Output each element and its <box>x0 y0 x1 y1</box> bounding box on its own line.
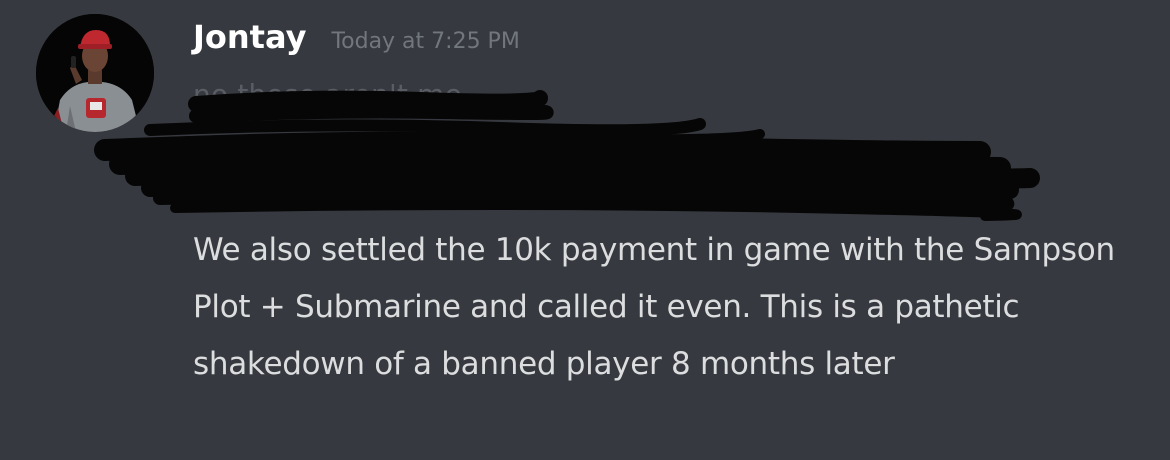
scribbled-text-line: no those aren't me <box>193 78 463 111</box>
username[interactable]: Jontay <box>193 18 306 56</box>
chat-message: Jontay Today at 7:25 PM no those aren't … <box>0 0 1170 460</box>
message-content: We also settled the 10k payment in game … <box>193 232 1115 382</box>
scribbled-text-line: I don't recall ever sending those messag… <box>193 155 802 188</box>
timestamp: Today at 7:25 PM <box>331 29 520 54</box>
avatar-photo-icon <box>36 14 154 132</box>
user-avatar[interactable] <box>36 14 154 132</box>
message-header: Jontay Today at 7:25 PM <box>193 18 520 56</box>
